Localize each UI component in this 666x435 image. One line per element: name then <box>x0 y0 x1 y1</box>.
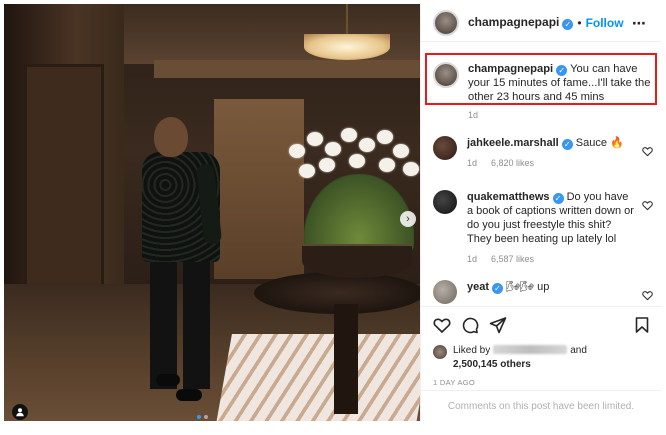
table-pedestal <box>334 304 358 414</box>
comment-icon[interactable] <box>461 316 479 334</box>
heart-icon[interactable] <box>642 198 653 211</box>
comment-likes[interactable]: 6,820 likes <box>491 158 534 168</box>
avatar[interactable] <box>433 62 459 88</box>
next-arrow-icon[interactable]: › <box>400 211 416 227</box>
post-age: 1 DAY AGO <box>433 378 476 387</box>
verified-badge-icon: ✓ <box>556 65 568 76</box>
lamp-chain <box>346 4 348 36</box>
avatar[interactable] <box>433 345 447 359</box>
follow-button[interactable]: Follow <box>586 16 624 30</box>
heart-icon[interactable] <box>642 288 653 301</box>
avatar[interactable] <box>433 190 457 214</box>
post-caption: champagnepapi ✓ You can have your 15 minu… <box>433 62 653 104</box>
comment-item: yeat ✓ 🌬🌬 up <box>433 280 655 304</box>
caption-time: 1d <box>468 110 479 120</box>
door <box>24 64 104 314</box>
post-sidebar: champagnepapi ✓ • Follow ⋯ champagnepapi ✓… <box>420 4 661 421</box>
carousel-dot-active <box>197 415 201 419</box>
separator-dot: • <box>577 15 582 30</box>
orchid-flowers <box>279 124 419 194</box>
liked-by-label: Liked by <box>453 345 491 356</box>
username-text[interactable]: champagnepapi <box>468 15 559 29</box>
bookmark-icon[interactable] <box>633 316 651 334</box>
comment-username[interactable]: yeat <box>467 281 489 293</box>
verified-badge-icon: ✓ <box>562 19 574 30</box>
post-photo[interactable]: › <box>4 4 420 421</box>
comment-username[interactable]: jahkeele.marshall <box>467 137 559 149</box>
avatar[interactable] <box>433 9 459 36</box>
comment-body: quakematthews ✓ Do you have a book of cap… <box>467 190 637 266</box>
avatar[interactable] <box>433 136 457 160</box>
likes-count[interactable]: 2,500,145 others <box>453 359 531 370</box>
zebra-rug <box>216 334 420 421</box>
pendant-lamp <box>304 34 390 60</box>
verified-badge-icon: ✓ <box>552 193 564 204</box>
likes-conjunction: and <box>570 345 587 356</box>
comment-text: Sauce 🔥 <box>575 137 624 149</box>
person-legs <box>150 254 210 389</box>
caption-text-wrap: champagnepapi ✓ You can have your 15 minu… <box>468 62 653 104</box>
shoe <box>156 374 180 386</box>
post-action-bar <box>421 306 661 342</box>
comment-item: quakematthews ✓ Do you have a book of cap… <box>433 190 655 266</box>
comment-meta: 1d 6,820 likes <box>467 156 637 170</box>
carousel-dot <box>204 415 208 419</box>
tag-person-icon[interactable] <box>12 404 28 420</box>
comment-meta: 1d 6,587 likes <box>467 252 637 266</box>
comment-time: 1d <box>467 158 478 168</box>
header-username[interactable]: champagnepapi ✓ <box>468 15 574 30</box>
verified-badge-icon: ✓ <box>492 283 504 294</box>
more-options-icon[interactable]: ⋯ <box>632 15 647 32</box>
shoe <box>176 389 202 401</box>
likes-text: Liked by and 2,500,145 others <box>453 344 587 372</box>
caption-username[interactable]: champagnepapi <box>468 63 553 75</box>
blurred-username <box>493 345 568 354</box>
verified-badge-icon: ✓ <box>561 139 573 150</box>
comment-time: 1d <box>467 254 478 264</box>
heart-icon[interactable] <box>642 144 653 157</box>
heart-icon[interactable] <box>433 316 451 334</box>
comment-username[interactable]: quakematthews <box>467 191 550 203</box>
likes-summary: Liked by and 2,500,145 others <box>433 344 659 372</box>
person-head <box>154 117 188 157</box>
comment-likes[interactable]: 6,587 likes <box>491 254 534 264</box>
comment-body: jahkeele.marshall ✓ Sauce 🔥 1d 6,820 likes <box>467 136 637 170</box>
avatar[interactable] <box>433 280 457 304</box>
post-header: champagnepapi ✓ • Follow ⋯ <box>421 4 661 42</box>
bottom-margin <box>0 424 666 435</box>
planter-bowl <box>302 244 412 278</box>
ceiling-beam <box>154 60 420 78</box>
comment-body: yeat ✓ 🌬🌬 up <box>467 280 637 304</box>
comment-item: jahkeele.marshall ✓ Sauce 🔥 1d 6,820 likes <box>433 136 655 170</box>
carousel-dots <box>197 415 208 419</box>
comments-limited-notice: Comments on this post have been limited. <box>421 390 661 421</box>
comment-text: 🌬🌬 up <box>506 281 550 293</box>
share-icon[interactable] <box>489 316 507 334</box>
